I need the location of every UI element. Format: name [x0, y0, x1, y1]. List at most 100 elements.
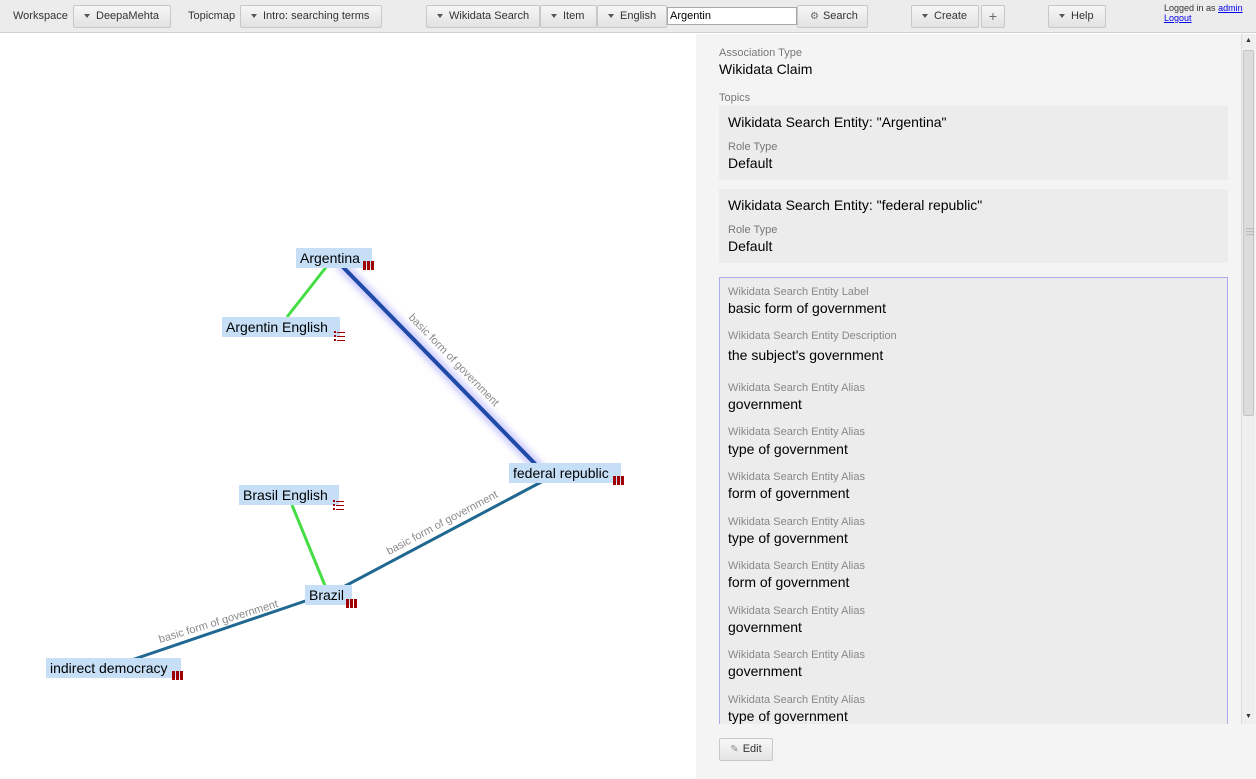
logout-link[interactable]: Logout [1164, 13, 1192, 23]
entity-icon [613, 476, 624, 485]
topic-node-federal-republic[interactable]: federal republic [509, 463, 621, 483]
list-icon [333, 500, 344, 510]
entity-alias-label: Wikidata Search Entity Alias [728, 694, 865, 706]
entity-alias-value: form of government [728, 574, 850, 590]
association-type-value: Wikidata Claim [719, 61, 813, 77]
entity-description-value: the subject's government [728, 347, 884, 363]
entity-alias-label: Wikidata Search Entity Alias [728, 426, 865, 438]
grip-icon: — — — [1246, 224, 1254, 239]
topic-node-argentina[interactable]: Argentina [296, 248, 372, 268]
topicmap-menu[interactable]: Intro: searching terms [240, 5, 382, 28]
claim-entity-box: Wikidata Search Entity Label basic form … [719, 277, 1228, 724]
role-type-label: Role Type [728, 141, 778, 153]
search-button[interactable]: ⚙ Search [797, 5, 868, 28]
search-scope-label: Item [563, 10, 585, 22]
chevron-down-icon [84, 13, 90, 18]
entity-label-value: basic form of government [728, 300, 886, 316]
search-language-label: English [620, 10, 657, 22]
chevron-down-icon [608, 13, 614, 18]
chevron-down-icon [551, 13, 557, 18]
topic-node-label: Brasil English [243, 487, 328, 503]
chevron-down-icon [922, 13, 928, 18]
entity-label-label: Wikidata Search Entity Label [728, 286, 869, 298]
entity-alias-value: type of government [728, 530, 848, 546]
username-link[interactable]: admin [1218, 3, 1243, 13]
search-language-menu[interactable]: English [597, 5, 667, 28]
topic-card[interactable]: Wikidata Search Entity: "Argentina" Role… [719, 106, 1228, 180]
topic-card-title: Wikidata Search Entity: "federal republi… [728, 197, 983, 213]
edit-button-label: Edit [742, 743, 762, 755]
topic-card-title: Wikidata Search Entity: "Argentina" [728, 114, 947, 130]
entity-alias-value: government [728, 619, 802, 635]
topic-node-label: indirect democracy [50, 660, 168, 676]
entity-icon [363, 261, 374, 270]
detail-scrollbar[interactable]: ▲ — — — ▼ [1241, 34, 1255, 724]
search-button-label: Search [822, 10, 858, 22]
list-icon [334, 331, 345, 341]
search-type-menu[interactable]: Wikidata Search [426, 5, 540, 28]
entity-description-label: Wikidata Search Entity Description [728, 330, 897, 342]
association-edge-brasil-english[interactable] [290, 504, 328, 589]
entity-alias-label: Wikidata Search Entity Alias [728, 605, 865, 617]
workspace-menu[interactable]: DeepaMehta [73, 5, 171, 28]
chevron-down-icon [251, 13, 257, 18]
edge-label: basic form of government [385, 489, 500, 558]
help-menu-label: Help [1071, 10, 1094, 22]
entity-icon [172, 671, 183, 680]
chevron-down-icon [437, 13, 443, 18]
entity-icon [346, 599, 357, 608]
search-input[interactable] [667, 7, 797, 25]
entity-alias-label: Wikidata Search Entity Alias [728, 471, 865, 483]
scrollbar-thumb[interactable]: — — — [1243, 50, 1254, 416]
workspace-menu-label: DeepaMehta [96, 10, 159, 22]
topicmap-label: Topicmap [188, 10, 236, 22]
claim-edge-argentina-federal-republic[interactable] [338, 262, 547, 476]
entity-alias-label: Wikidata Search Entity Alias [728, 382, 865, 394]
edit-button[interactable]: ✎ Edit [719, 738, 773, 761]
login-status: Logged in as admin Logout [1164, 3, 1243, 23]
topic-node-brazil[interactable]: Brazil [305, 585, 352, 605]
pencil-icon: ✎ [730, 744, 739, 755]
association-edge-argentina-english[interactable] [285, 265, 329, 318]
search-scope-menu[interactable]: Item [540, 5, 597, 28]
search-type-label: Wikidata Search [449, 10, 530, 22]
topic-node-argentin-english[interactable]: Argentin English [222, 317, 340, 337]
entity-alias-label: Wikidata Search Entity Alias [728, 516, 865, 528]
entity-alias-value: type of government [728, 441, 848, 457]
topic-node-label: Argentin English [226, 319, 328, 335]
claim-edge-federal-republic-brazil[interactable] [329, 478, 546, 596]
topic-card[interactable]: Wikidata Search Entity: "federal republi… [719, 189, 1228, 263]
create-menu[interactable]: Create [911, 5, 979, 28]
detail-panel-content[interactable]: Association Type Wikidata Claim Topics W… [696, 34, 1241, 724]
entity-alias-value: government [728, 663, 802, 679]
topic-node-indirect-democracy[interactable]: indirect democracy [46, 658, 181, 678]
workspace-label: Workspace [13, 10, 68, 22]
scroll-down-arrow-icon[interactable]: ▼ [1242, 710, 1255, 724]
entity-alias-value: form of government [728, 485, 850, 501]
edge-label: basic form of government [157, 598, 279, 646]
entity-alias-label: Wikidata Search Entity Alias [728, 649, 865, 661]
scroll-up-arrow-icon[interactable]: ▲ [1242, 34, 1255, 48]
logged-in-text: Logged in as [1164, 3, 1216, 13]
topicmap-canvas[interactable]: basic form of government basic form of g… [0, 34, 696, 779]
role-type-value: Default [728, 155, 773, 171]
add-button[interactable]: + [981, 5, 1005, 28]
help-menu[interactable]: Help [1048, 5, 1106, 28]
entity-alias-value: type of government [728, 708, 848, 724]
toolbar: Workspace DeepaMehta Topicmap Intro: sea… [0, 0, 1256, 33]
association-type-label: Association Type [719, 47, 802, 59]
create-menu-label: Create [934, 10, 968, 22]
role-type-label: Role Type [728, 224, 778, 236]
chevron-down-icon [1059, 13, 1065, 18]
entity-alias-value: government [728, 396, 802, 412]
gear-icon: ⚙ [810, 11, 819, 22]
topics-label: Topics [719, 92, 751, 104]
topic-node-label: federal republic [513, 465, 609, 481]
topicmap-menu-label: Intro: searching terms [263, 10, 370, 22]
entity-alias-label: Wikidata Search Entity Alias [728, 560, 865, 572]
edge-label: basic form of government [406, 312, 501, 409]
topic-node-brasil-english[interactable]: Brasil English [239, 485, 339, 505]
topic-node-label: Brazil [309, 587, 345, 603]
detail-panel: Association Type Wikidata Claim Topics W… [696, 34, 1256, 779]
topic-node-label: Argentina [300, 250, 360, 266]
